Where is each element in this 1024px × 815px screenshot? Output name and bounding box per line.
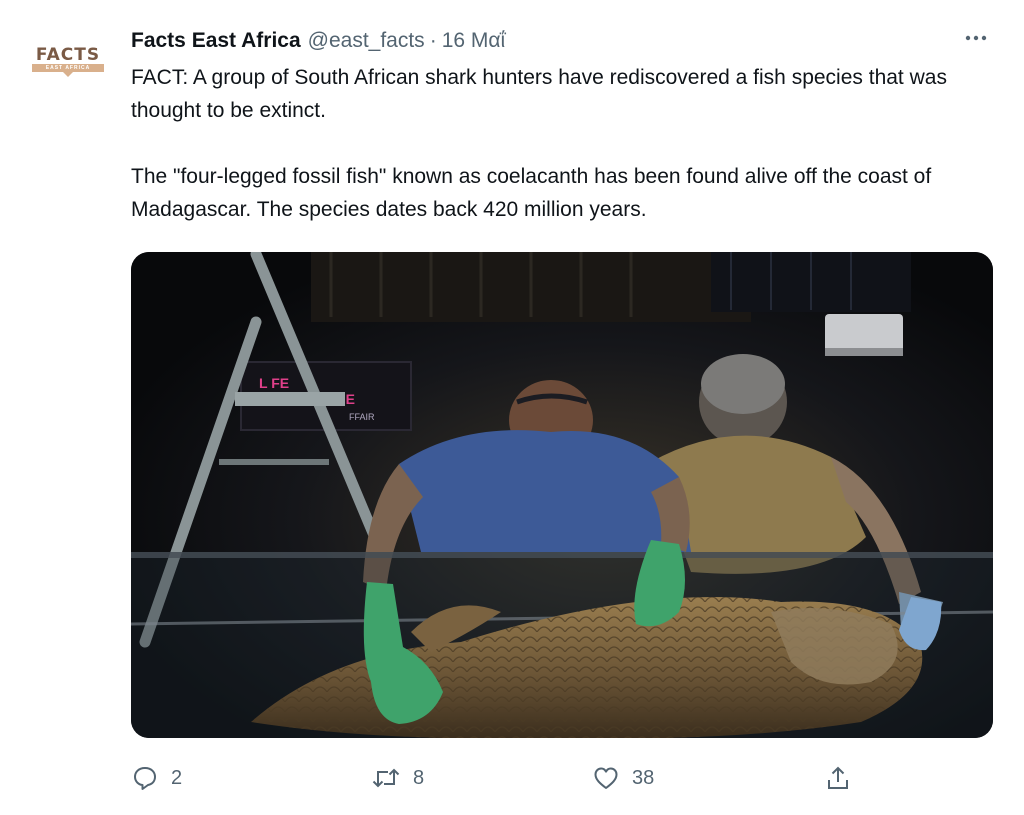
- tweet-card: FACTS EAST AFRICA Facts East Africa @eas…: [0, 0, 1024, 815]
- heart-icon: [594, 767, 618, 789]
- tweet-paragraph-2: The "four-legged fossil fish" known as c…: [131, 165, 932, 221]
- coelacanth-photo: L FE THE FFAIR: [131, 252, 993, 738]
- share-button[interactable]: [824, 758, 852, 798]
- tweet-header: Facts East Africa @east_facts · 16 Μαΐ: [131, 27, 505, 55]
- more-options-button[interactable]: [958, 24, 994, 52]
- tweet-date[interactable]: 16 Μαΐ: [442, 29, 506, 53]
- avatar-logo-text: FACTS: [35, 45, 101, 65]
- reply-icon: [134, 767, 156, 790]
- retweet-count: 8: [413, 766, 425, 789]
- sign-text-1: L FE: [259, 375, 289, 391]
- tweet-actions: 2 8 38: [131, 758, 871, 798]
- share-icon: [828, 766, 848, 789]
- more-horizontal-icon: [965, 35, 987, 41]
- like-count: 38: [632, 766, 655, 789]
- retweet-icon: [372, 768, 400, 788]
- sign-text-3: FFAIR: [349, 412, 375, 422]
- author-handle[interactable]: @east_facts: [308, 29, 425, 53]
- retweet-button[interactable]: 8: [371, 758, 424, 798]
- tweet-photo[interactable]: L FE THE FFAIR: [131, 252, 993, 738]
- like-button[interactable]: 38: [592, 758, 654, 798]
- reply-button[interactable]: 2: [131, 758, 182, 798]
- avatar[interactable]: FACTS EAST AFRICA: [27, 26, 109, 98]
- reply-count: 2: [171, 766, 183, 789]
- tweet-text: FACT: A group of South African shark hun…: [131, 61, 991, 226]
- author-display-name[interactable]: Facts East Africa: [131, 29, 301, 53]
- tweet-paragraph-1: FACT: A group of South African shark hun…: [131, 66, 947, 122]
- header-separator: ·: [429, 29, 437, 52]
- avatar-sub-text: EAST AFRICA: [32, 64, 104, 77]
